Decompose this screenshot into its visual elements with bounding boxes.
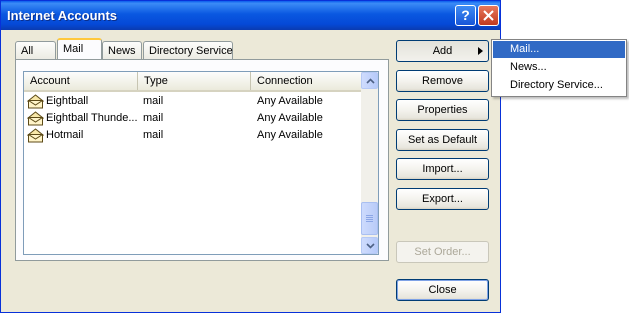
column-header-label: Type [144, 75, 168, 87]
account-type: mail [143, 112, 164, 124]
chevron-up-icon [366, 78, 375, 84]
properties-button[interactable]: Properties [396, 99, 489, 121]
export-button-label: Export... [422, 193, 463, 205]
add-button-label: Add [432, 45, 453, 57]
submenu-arrow-icon [478, 47, 483, 55]
mail-account-icon [27, 128, 44, 143]
tab-directory-service[interactable]: Directory Service [143, 41, 233, 59]
account-connection: Any Available [257, 129, 323, 141]
account-name: Eightball Thunde... [46, 112, 138, 124]
tab-mail[interactable]: Mail [57, 38, 102, 59]
set-as-default-button[interactable]: Set as Default [396, 129, 489, 151]
table-row[interactable]: Hotmail mail Any Available [24, 127, 363, 144]
set-as-default-label: Set as Default [407, 134, 478, 146]
remove-button[interactable]: Remove [396, 70, 489, 92]
tab-label: All [21, 45, 34, 57]
column-header-connection[interactable]: Connection [250, 72, 363, 90]
tab-all[interactable]: All [15, 41, 56, 59]
question-mark-icon: ? [461, 7, 470, 23]
account-name: Hotmail [46, 129, 84, 141]
properties-button-label: Properties [417, 104, 468, 116]
set-order-label: Set Order... [414, 246, 471, 258]
close-icon [483, 10, 494, 21]
vertical-scrollbar[interactable] [361, 72, 378, 254]
close-window-button[interactable] [478, 5, 499, 26]
table-row[interactable]: Eightball mail Any Available [24, 93, 363, 110]
add-button[interactable]: Add [396, 40, 489, 62]
account-connection: Any Available [257, 95, 323, 107]
column-header-label: Account [30, 75, 70, 87]
scroll-down-button[interactable] [361, 237, 378, 254]
title-bar[interactable]: Internet Accounts ? [1, 1, 500, 30]
accounts-list[interactable]: Account Type Connection Eightball mail A… [23, 71, 379, 255]
menu-item-mail[interactable]: Mail... [493, 41, 625, 58]
mail-account-icon [27, 111, 44, 126]
mail-tab-panel: Account Type Connection Eightball mail A… [15, 59, 389, 261]
account-connection: Any Available [257, 112, 323, 124]
column-header-type[interactable]: Type [137, 72, 250, 90]
close-button-label: Close [428, 284, 457, 296]
menu-item-news[interactable]: News... [493, 59, 625, 76]
internet-accounts-dialog: Internet Accounts ? All Mail News Direct… [0, 0, 501, 313]
column-header-account[interactable]: Account [24, 72, 137, 90]
export-button[interactable]: Export... [396, 188, 489, 210]
close-button[interactable]: Close [396, 279, 489, 301]
scroll-thumb[interactable] [361, 202, 378, 235]
mail-account-icon [27, 94, 44, 109]
tab-label: Directory Service [149, 45, 233, 57]
set-order-button[interactable]: Set Order... [396, 241, 489, 263]
list-header: Account Type Connection [24, 72, 363, 92]
import-button-label: Import... [422, 163, 463, 175]
help-button[interactable]: ? [455, 5, 476, 26]
remove-button-label: Remove [422, 75, 463, 87]
tab-label: News [108, 45, 136, 57]
account-type: mail [143, 95, 164, 107]
window-title: Internet Accounts [7, 8, 118, 23]
column-header-label: Connection [257, 75, 313, 87]
table-row[interactable]: Eightball Thunde... mail Any Available [24, 110, 363, 127]
account-type: mail [143, 129, 164, 141]
add-submenu: Mail... News... Directory Service... [491, 39, 627, 97]
scroll-up-button[interactable] [361, 72, 378, 89]
chevron-down-icon [366, 243, 375, 249]
account-name: Eightball [46, 95, 89, 107]
menu-item-directory-service[interactable]: Directory Service... [493, 77, 625, 94]
tab-news[interactable]: News [102, 41, 142, 59]
import-button[interactable]: Import... [396, 158, 489, 180]
tab-label: Mail [63, 43, 84, 55]
